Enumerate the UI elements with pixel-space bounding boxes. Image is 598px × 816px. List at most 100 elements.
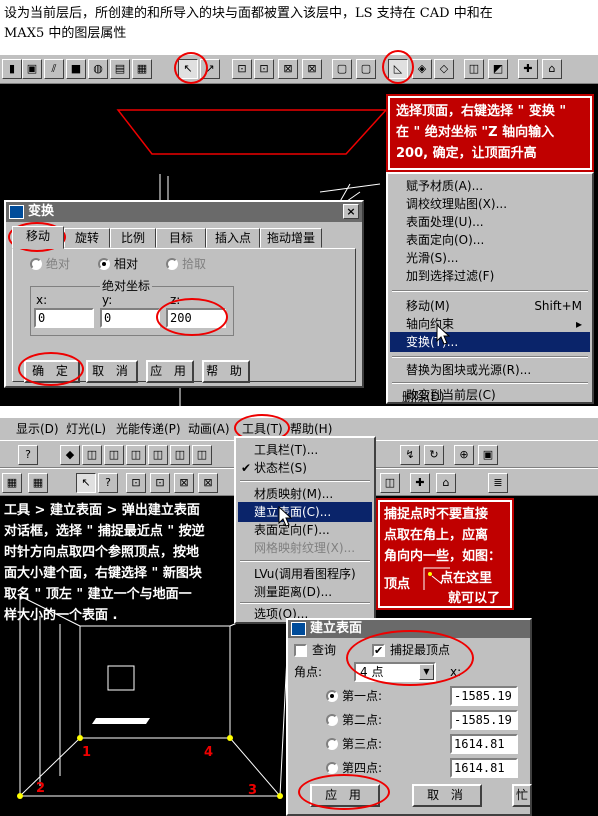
move-plus-icon-2[interactable]: ✚ <box>410 473 430 493</box>
tools-item-statusbar[interactable]: ✔ 状态栏(S) <box>238 458 372 478</box>
tool-icon-b3[interactable]: ◫ <box>104 445 124 465</box>
point-3-x-input[interactable]: 1614.81 <box>450 734 518 754</box>
radio-point-1[interactable] <box>326 690 338 702</box>
zoom-icon[interactable]: ⊕ <box>454 445 474 465</box>
tools-item-create-surface[interactable]: 建立表面(C)... <box>238 502 372 522</box>
radio-point-2[interactable] <box>326 714 338 726</box>
tool-icon-3[interactable]: ⫽ <box>44 59 64 79</box>
menu-item-smooth[interactable]: 光滑(S)... <box>390 248 590 268</box>
radio-point-3[interactable] <box>326 738 338 750</box>
tool-icon-c6[interactable]: ⊠ <box>198 473 218 493</box>
select-help-icon-2[interactable]: ? <box>98 473 118 493</box>
tool-icon-15[interactable]: ◇ <box>434 59 454 79</box>
tool-icon-c9[interactable]: ≣ <box>488 473 508 493</box>
tool-icon-13[interactable]: ▢ <box>356 59 376 79</box>
menu-label: 光滑(S)... <box>406 251 459 265</box>
tool-icon-c8[interactable]: ⌂ <box>436 473 456 493</box>
tool-icon-b1[interactable]: ◆ <box>60 445 80 465</box>
tool-icon-b6[interactable]: ◫ <box>170 445 190 465</box>
tools-item-mesh-texture[interactable]: 网格映射纹理(X)... <box>238 538 372 558</box>
floor-number-3: 3 <box>248 783 258 798</box>
tab-drag-increment[interactable]: 拖动增量 <box>260 228 322 248</box>
tool-icon-11[interactable]: ⊠ <box>302 59 322 79</box>
menu-item-delete[interactable]: 删除(D) <box>402 388 445 405</box>
callout-top-line-2: 在 " 绝对坐标 "Z 轴向输入 <box>396 125 555 140</box>
close-icon[interactable]: × <box>343 204 359 219</box>
menubar-radiosity[interactable]: 光能传递(P) <box>116 418 181 440</box>
point-2-x-input[interactable]: -1585.19 <box>450 710 518 730</box>
menu-item-surface-process[interactable]: 表面处理(U)... <box>390 212 590 232</box>
select-arrow-icon-2[interactable]: ↖ <box>76 473 96 493</box>
radio-absolute[interactable] <box>30 258 42 270</box>
menu-item-transform[interactable]: 变换(T)... <box>390 332 590 352</box>
refresh-icon[interactable]: ↻ <box>424 445 444 465</box>
menu-item-adjust-texture[interactable]: 调校纹理贴图(X)... <box>390 194 590 214</box>
tools-item-toolbar[interactable]: 工具栏(T)... <box>238 440 372 460</box>
tools-item-measure[interactable]: 测量距离(D)... <box>238 582 372 602</box>
menubar-animation[interactable]: 动画(A) <box>188 418 230 440</box>
radio-relative[interactable] <box>98 258 110 270</box>
tool-icon-18[interactable]: ⌂ <box>542 59 562 79</box>
tool-icon-14[interactable]: ◈ <box>412 59 432 79</box>
menubar-display[interactable]: 显示(D) <box>16 418 59 440</box>
tab-rotate[interactable]: 旋转 <box>64 228 110 248</box>
tool-icon-16[interactable]: ◫ <box>464 59 484 79</box>
intro-line-2: MAX5 中的图层属性 <box>4 26 127 41</box>
x-input[interactable]: 0 <box>34 308 94 328</box>
point-4-x-input[interactable]: 1614.81 <box>450 758 518 778</box>
tool-icon-1[interactable]: ▮ <box>2 59 22 79</box>
menu-item-assign-material[interactable]: 赋予材质(A)... <box>390 176 590 196</box>
tools-item-surface-orient[interactable]: 表面定向(F)... <box>238 520 372 540</box>
tools-item-material-map[interactable]: 材质映射(M)... <box>238 484 372 504</box>
apply-button[interactable]: 应 用 <box>146 360 194 383</box>
tool-icon-c3[interactable]: ⊡ <box>126 473 146 493</box>
help-surface-button[interactable]: 忙 <box>512 784 532 807</box>
tool-icon-c5[interactable]: ⊠ <box>174 473 194 493</box>
query-checkbox[interactable] <box>294 644 307 657</box>
tool-icon-c2[interactable]: ▦ <box>28 473 48 493</box>
tool-icon-2[interactable]: ▣ <box>22 59 42 79</box>
tool-icon-12[interactable]: ▢ <box>332 59 352 79</box>
tool-icon-b7[interactable]: ◫ <box>192 445 212 465</box>
y-input[interactable]: 0 <box>100 308 160 328</box>
tools-item-lvu[interactable]: LVu(调用看图程序) <box>238 564 372 584</box>
menu-item-surface-orient[interactable]: 表面定向(O)... <box>390 230 590 250</box>
tool-icon-c7[interactable]: ◫ <box>380 473 400 493</box>
tab-insert-point[interactable]: 插入点 <box>206 228 260 248</box>
move-plus-icon[interactable]: ✚ <box>518 59 538 79</box>
menu-label: 变换(T)... <box>406 335 459 349</box>
cancel-surface-button[interactable]: 取 消 <box>412 784 482 807</box>
callout-right: 捕捉点时不要直接 点取在角上，应离 角向内一些，如图： 顶点 点在这里 就可以了 <box>376 498 514 610</box>
tab-move[interactable]: 移动 <box>12 226 64 249</box>
tab-scale[interactable]: 比例 <box>110 228 156 248</box>
cancel-button[interactable]: 取 消 <box>86 360 138 383</box>
menu-item-move[interactable]: 移动(M) Shift+M <box>390 296 590 316</box>
radio-point-4[interactable] <box>326 762 338 774</box>
help-query-icon[interactable]: ? <box>18 445 38 465</box>
menu-label: 工具栏(T)... <box>254 443 319 457</box>
tool-icon-10[interactable]: ⊠ <box>278 59 298 79</box>
menu-label: 替换为图块或光源(R)... <box>406 363 532 377</box>
tool-icon-b4[interactable]: ◫ <box>126 445 146 465</box>
menu-item-add-filter[interactable]: 加到选择过滤(F) <box>390 266 590 286</box>
tool-icon-b8[interactable]: ↯ <box>400 445 420 465</box>
tool-icon-c4[interactable]: ⊡ <box>150 473 170 493</box>
tool-icon-7[interactable]: ▦ <box>132 59 152 79</box>
menu-item-replace-block[interactable]: 替换为图块或光源(R)... <box>390 360 590 380</box>
tool-icon-b5[interactable]: ◫ <box>148 445 168 465</box>
tool-icon-4[interactable]: ■ <box>66 59 86 79</box>
tool-icon-17[interactable]: ◩ <box>488 59 508 79</box>
radio-pick[interactable] <box>166 258 178 270</box>
tool-icon-5[interactable]: ◍ <box>88 59 108 79</box>
tool-icon-6[interactable]: ▤ <box>110 59 130 79</box>
menubar-lights[interactable]: 灯光(L) <box>66 418 106 440</box>
tool-icon-c1[interactable]: ▦ <box>2 473 22 493</box>
help-button[interactable]: 帮 助 <box>202 360 250 383</box>
menu-item-axis-constraint[interactable]: 轴向约束 ▸ <box>390 314 590 334</box>
tool-icon-b9[interactable]: ▣ <box>478 445 498 465</box>
tool-icon-b2[interactable]: ◫ <box>82 445 102 465</box>
tool-icon-8[interactable]: ⊡ <box>232 59 252 79</box>
point-1-x-input[interactable]: -1585.19 <box>450 686 518 706</box>
tab-target[interactable]: 目标 <box>156 228 206 248</box>
tool-icon-9[interactable]: ⊡ <box>254 59 274 79</box>
